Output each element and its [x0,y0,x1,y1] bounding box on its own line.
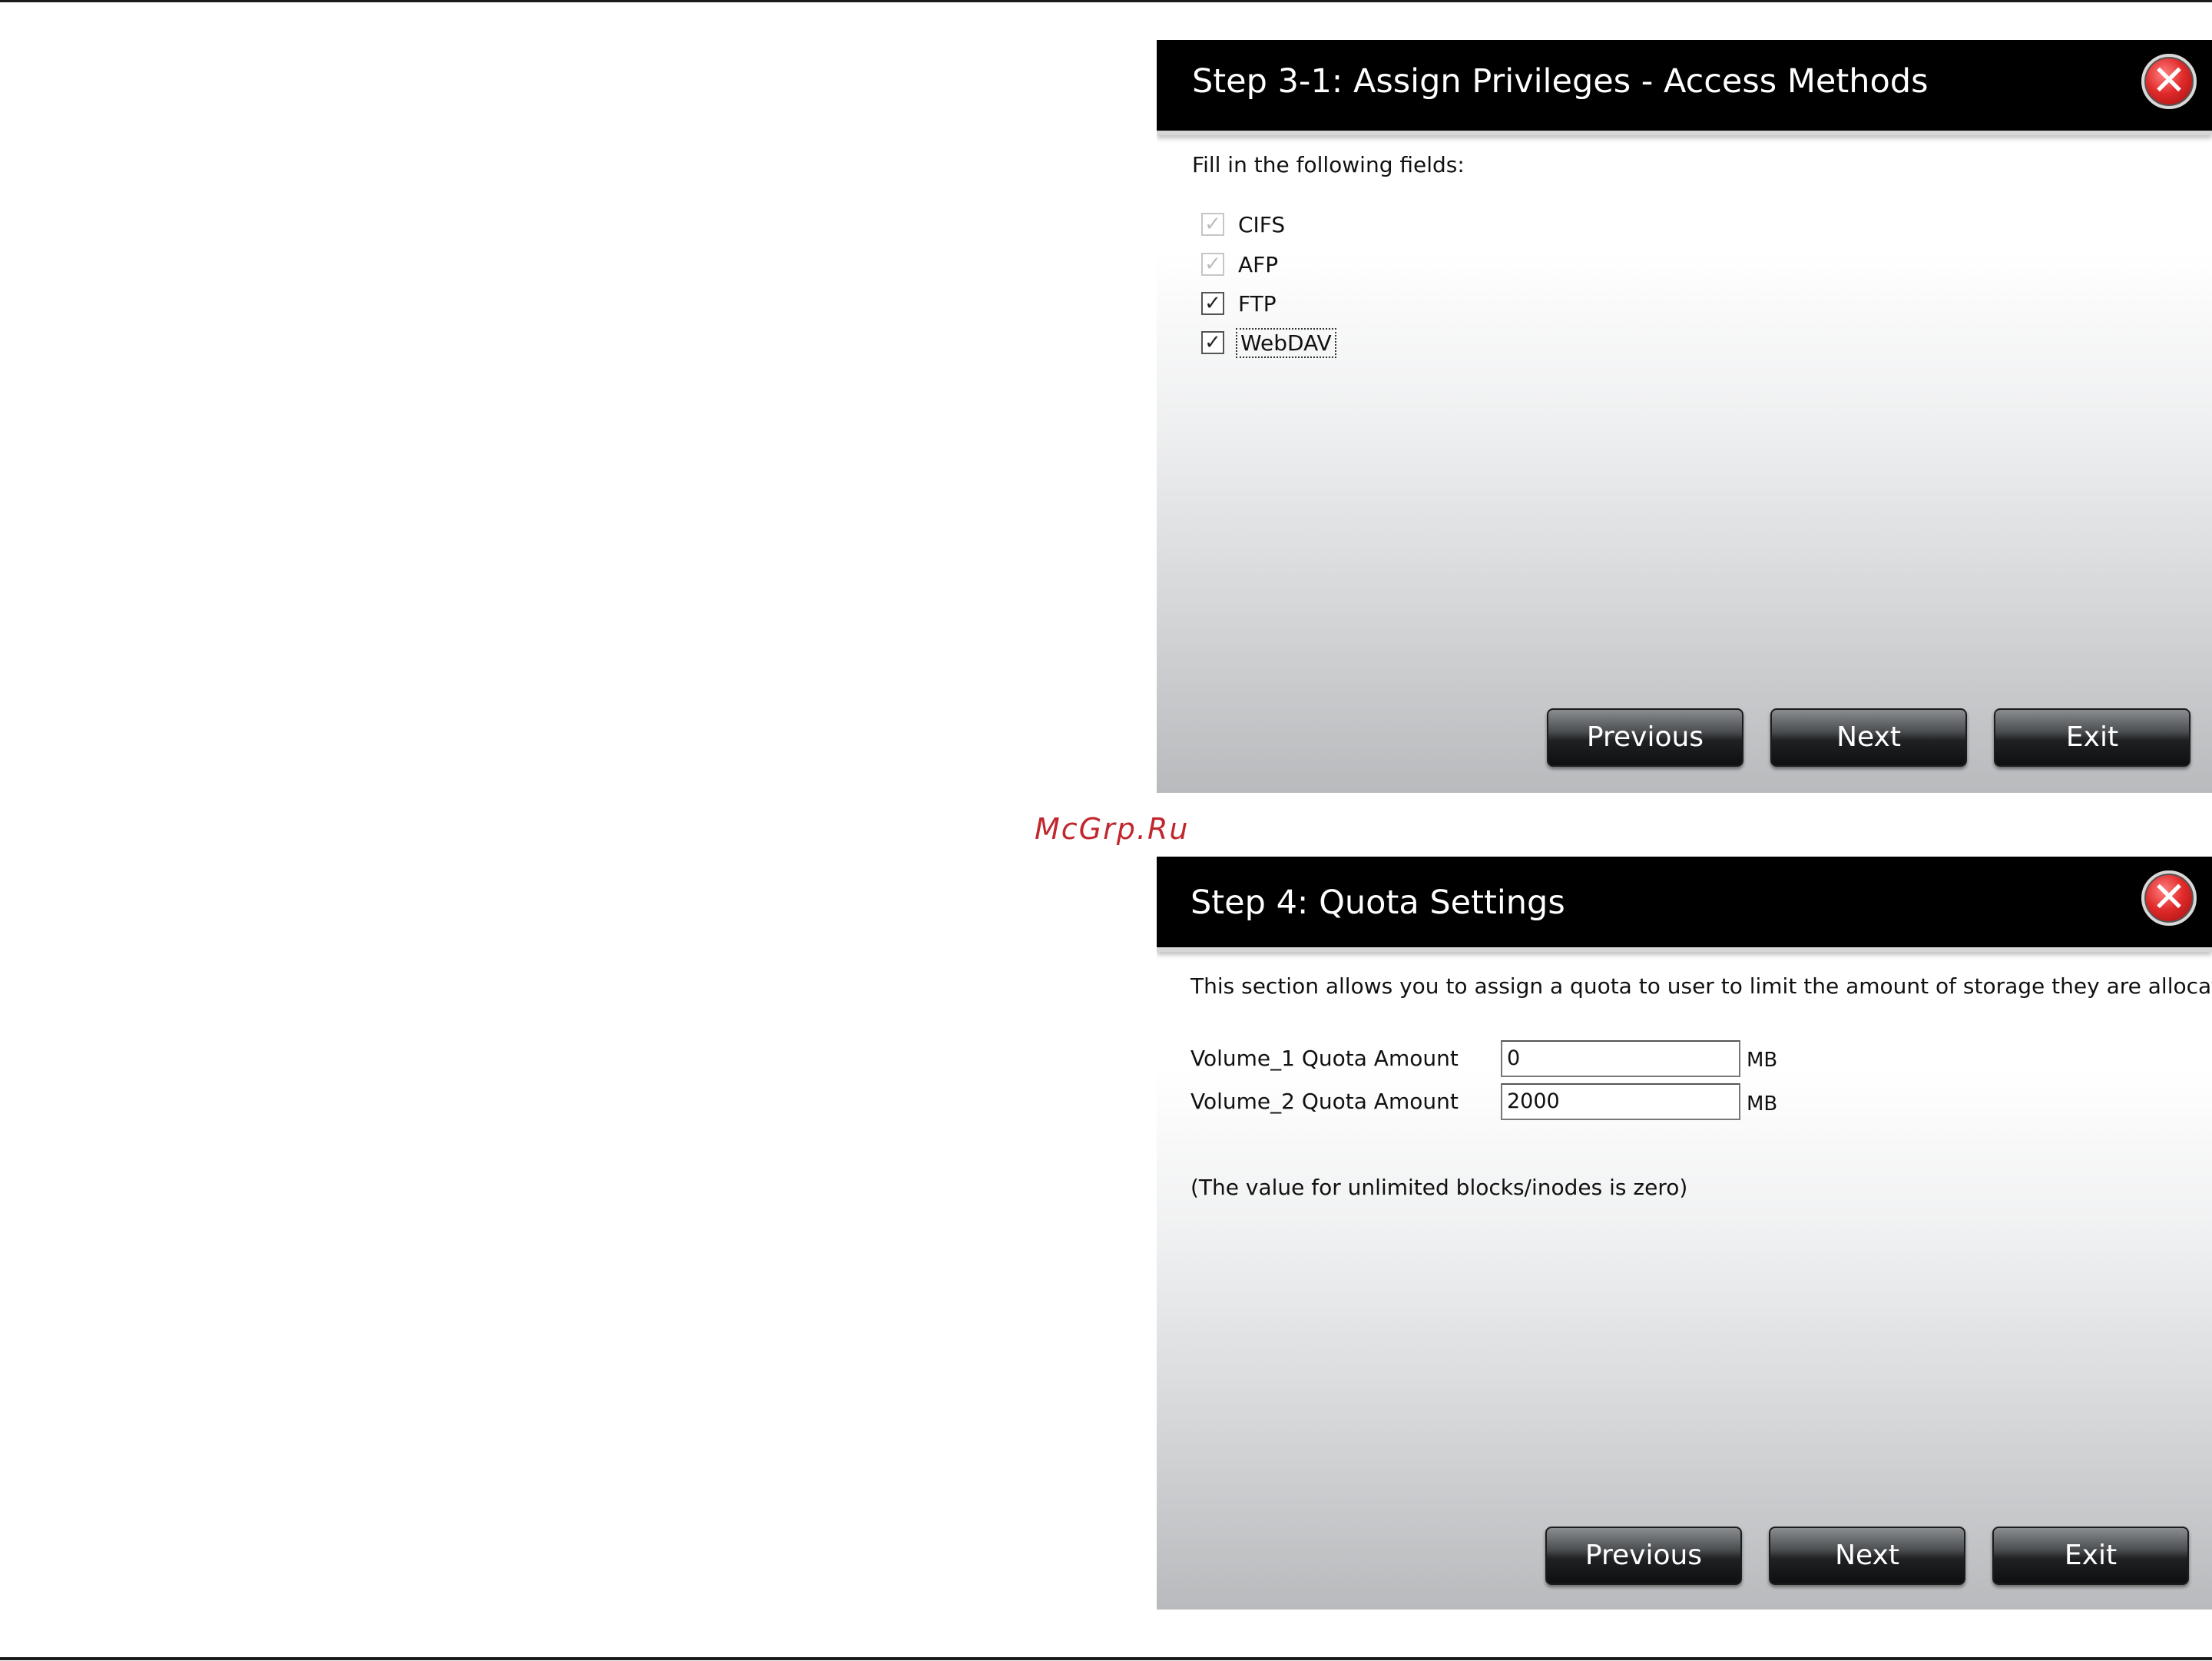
quota-settings-dialog: Step 4: Quota Settings ✕ This section al… [1157,857,2212,1610]
watermark-text: McGrp.Ru [1035,812,1190,846]
volume-1-quota-input[interactable]: 0 [1501,1040,1740,1077]
webdav-checkbox[interactable]: ✓ [1201,331,1224,354]
ftp-checkbox[interactable]: ✓ [1201,292,1224,315]
instruction-text: Fill in the following fields: [1192,152,1465,177]
cifs-checkbox[interactable]: ✓ [1201,213,1224,236]
previous-button[interactable]: Previous [1545,1527,1742,1585]
option-ftp: ✓ FTP [1201,288,1277,319]
quota-description: This section allows you to assign a quot… [1190,973,2212,999]
next-button[interactable]: Next [1770,708,1967,767]
previous-button[interactable]: Previous [1547,708,1743,767]
cifs-label: CIFS [1238,211,1286,237]
page-top-rule [0,0,2212,2]
close-icon[interactable]: ✕ [2141,870,2197,926]
page-bottom-rule [0,1657,2212,1660]
volume-2-label: Volume_2 Quota Amount [1190,1089,1459,1114]
volume-1-unit: MB [1747,1049,1778,1072]
volume-2-quota-input[interactable]: 2000 [1501,1083,1740,1120]
quota-note: (The value for unlimited blocks/inodes i… [1190,1175,1688,1200]
dialog-title: Step 4: Quota Settings [1190,884,1565,922]
webdav-label: WebDAV [1236,327,1336,358]
access-methods-dialog: Step 3-1: Assign Privileges - Access Met… [1157,40,2212,793]
option-cifs: ✓ CIFS [1201,209,1285,240]
afp-checkbox[interactable]: ✓ [1201,253,1224,276]
afp-label: AFP [1238,251,1279,277]
option-afp: ✓ AFP [1201,249,1278,280]
option-webdav: ✓ WebDAV [1201,327,1336,358]
volume-1-label: Volume_1 Quota Amount [1190,1046,1459,1071]
dialog-title-bar: Step 4: Quota Settings ✕ [1157,857,2212,952]
exit-button[interactable]: Exit [1992,1527,2189,1585]
next-button[interactable]: Next [1769,1527,1965,1585]
exit-button[interactable]: Exit [1994,708,2190,767]
dialog-title: Step 3-1: Assign Privileges - Access Met… [1192,62,1929,101]
volume-2-unit: MB [1747,1092,1778,1116]
dialog-title-bar: Step 3-1: Assign Privileges - Access Met… [1157,40,2212,135]
ftp-label: FTP [1238,290,1277,317]
close-icon[interactable]: ✕ [2141,54,2197,109]
